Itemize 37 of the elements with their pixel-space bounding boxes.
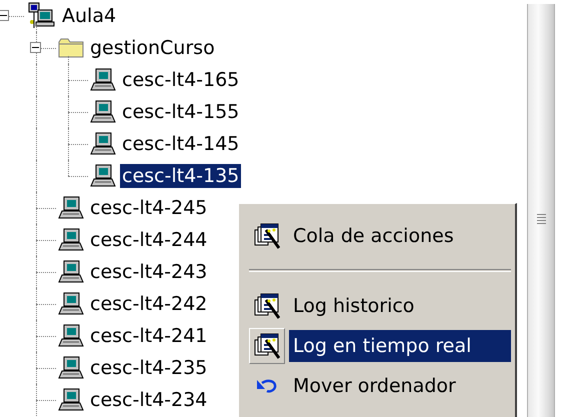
scrollbar[interactable] [527,4,555,417]
windows-wand-icon [254,222,280,250]
tree-item[interactable]: cesc-lt4-155 [120,100,242,124]
computer-icon [90,68,116,92]
tree-item[interactable]: gestionCurso [88,36,217,60]
computer-icon [58,260,84,284]
tree-item[interactable]: Aula4 [60,4,118,28]
tree-item[interactable]: cesc-lt4-135 [120,164,242,188]
tree-item[interactable]: cesc-lt4-243 [88,260,210,284]
tree-item[interactable]: cesc-lt4-242 [88,292,210,316]
computer-icon [58,388,84,412]
windows-wand-icon [254,332,280,360]
undo-arrow-icon [256,378,278,394]
computer-icon [90,132,116,156]
windows-wand-icon [254,292,280,320]
tree-item[interactable]: cesc-lt4-244 [88,228,210,252]
network-computers-icon [26,2,56,30]
tree-item[interactable]: cesc-lt4-165 [120,68,242,92]
computer-icon [58,356,84,380]
computer-icon [58,228,84,252]
tree-item[interactable]: cesc-lt4-241 [88,324,210,348]
computer-icon [90,164,116,188]
collapse-icon[interactable] [0,10,9,21]
computer-icon [58,196,84,220]
tree-item[interactable]: cesc-lt4-234 [88,388,210,412]
computer-icon [90,100,116,124]
tree-item[interactable]: cesc-lt4-245 [88,196,210,220]
computer-icon [58,292,84,316]
scrollbar-grip-icon[interactable] [537,213,546,227]
tree-item[interactable]: cesc-lt4-145 [120,132,242,156]
menu-item[interactable]: Cola de acciones [289,220,511,252]
menu-item[interactable]: Log historico [289,290,511,322]
computer-icon [58,324,84,348]
collapse-icon[interactable] [30,42,41,53]
menu-item[interactable]: Mover ordenador [289,370,511,402]
tree-item[interactable]: cesc-lt4-235 [88,356,210,380]
menu-item[interactable]: Log en tiempo real [289,330,511,362]
